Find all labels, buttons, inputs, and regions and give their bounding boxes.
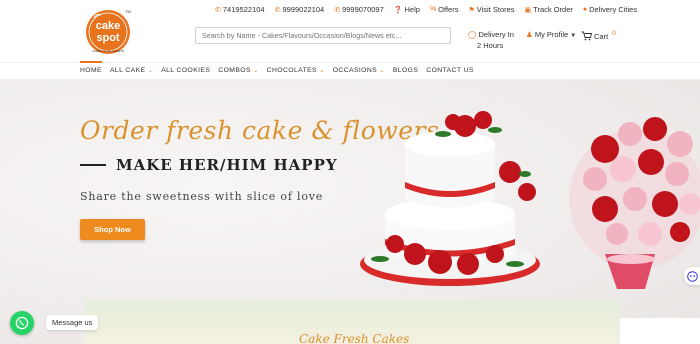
whatsapp-message-label[interactable]: Message us bbox=[46, 315, 99, 330]
promo-band: Cake Fresh Cakes bbox=[84, 300, 620, 344]
svg-text:TM: TM bbox=[125, 9, 131, 14]
search-input[interactable] bbox=[195, 27, 451, 44]
nav-item-blogs[interactable]: BLOGS bbox=[393, 67, 418, 74]
visit-stores-link[interactable]: ⚑ Visit Stores bbox=[468, 5, 514, 14]
cart-count-badge: 0 bbox=[612, 29, 616, 37]
side-panel bbox=[620, 318, 700, 344]
site-header: cake spot TM A PART OF ALL EVENTS ✆ 74195… bbox=[0, 0, 700, 62]
chevron-down-icon: ⌄ bbox=[319, 68, 325, 74]
location-pin-icon: ● bbox=[582, 6, 588, 13]
whatsapp-icon bbox=[15, 316, 29, 330]
offers-icon: % bbox=[429, 6, 437, 13]
nav-item-occasions[interactable]: OCCASIONS ⌄ bbox=[333, 67, 385, 74]
chatbot-button[interactable] bbox=[684, 267, 700, 285]
phone-icon: ✆ bbox=[215, 6, 221, 14]
delivery-time-info: ◯ Delivery In 2 Hours bbox=[468, 30, 514, 50]
nav-item-all-cake[interactable]: ALL CAKE ⌄ bbox=[110, 67, 153, 74]
headline-dash bbox=[80, 164, 106, 166]
track-order-link[interactable]: ▣ Track Order bbox=[525, 5, 573, 14]
hero-headline: MAKE HER/HIM HAPPY bbox=[80, 156, 338, 174]
help-link[interactable]: ❓ Help bbox=[394, 5, 420, 14]
phone-link-3[interactable]: ✆ 9999070097 bbox=[334, 5, 384, 14]
phone-icon: ✆ bbox=[334, 6, 341, 14]
cakespot-logo[interactable]: cake spot TM A PART OF ALL EVENTS bbox=[84, 6, 132, 56]
hero-subtext: Share the sweetness with slice of love bbox=[80, 190, 324, 203]
shop-now-button[interactable]: Shop Now bbox=[80, 219, 145, 240]
phone-link-2[interactable]: ✆ 9999022104 bbox=[275, 5, 325, 14]
hero-banner: Order fresh cake & flowers MAKE HER/HIM … bbox=[0, 80, 700, 344]
chevron-down-icon: ⌄ bbox=[147, 68, 154, 74]
chevron-down-icon: ⌄ bbox=[379, 68, 385, 74]
chevron-down-icon: ⌄ bbox=[253, 68, 259, 74]
chatbot-icon bbox=[686, 270, 698, 282]
truck-icon: ▣ bbox=[524, 6, 532, 14]
offers-link[interactable]: % Offers bbox=[430, 5, 459, 14]
main-nav: HOME ALL CAKE ⌄ ALL COOKIES COMBOS ⌄ CHO… bbox=[0, 61, 700, 80]
store-icon: ⚑ bbox=[468, 6, 475, 14]
svg-text:spot: spot bbox=[96, 32, 120, 44]
svg-text:cake: cake bbox=[96, 20, 120, 32]
user-icon: ♟ bbox=[526, 30, 533, 39]
svg-text:A PART OF ALL EVENTS: A PART OF ALL EVENTS bbox=[92, 49, 124, 53]
header-contacts: ✆ 7419522104 ✆ 9999022104 ✆ 9999070097 ❓ Hel… bbox=[215, 5, 637, 14]
nav-item-contact-us[interactable]: CONTACT US bbox=[426, 67, 474, 74]
nav-item-chocolates[interactable]: CHOCOLATES ⌄ bbox=[267, 67, 325, 74]
whatsapp-button[interactable] bbox=[10, 311, 34, 335]
nav-item-home[interactable]: HOME bbox=[80, 61, 102, 74]
my-profile-menu[interactable]: ♟ My Profile ▼ bbox=[526, 30, 576, 39]
delivery-cities-link[interactable]: ● Delivery Cities bbox=[583, 5, 637, 14]
phone-link-1[interactable]: ✆ 7419522104 bbox=[215, 5, 265, 14]
clock-icon: ◯ bbox=[468, 30, 477, 39]
help-icon: ❓ bbox=[393, 6, 403, 14]
phone-icon: ✆ bbox=[274, 6, 281, 14]
chevron-down-icon: ▼ bbox=[570, 33, 577, 39]
nav-item-combos[interactable]: COMBOS ⌄ bbox=[218, 67, 258, 74]
cart-icon bbox=[581, 31, 592, 41]
promo-script-text: Cake Fresh Cakes bbox=[299, 332, 410, 344]
cake-and-flowers-image bbox=[360, 111, 700, 289]
nav-item-all-cookies[interactable]: ALL COOKIES bbox=[161, 67, 210, 74]
cart-button[interactable]: Cart 0 bbox=[581, 29, 616, 41]
